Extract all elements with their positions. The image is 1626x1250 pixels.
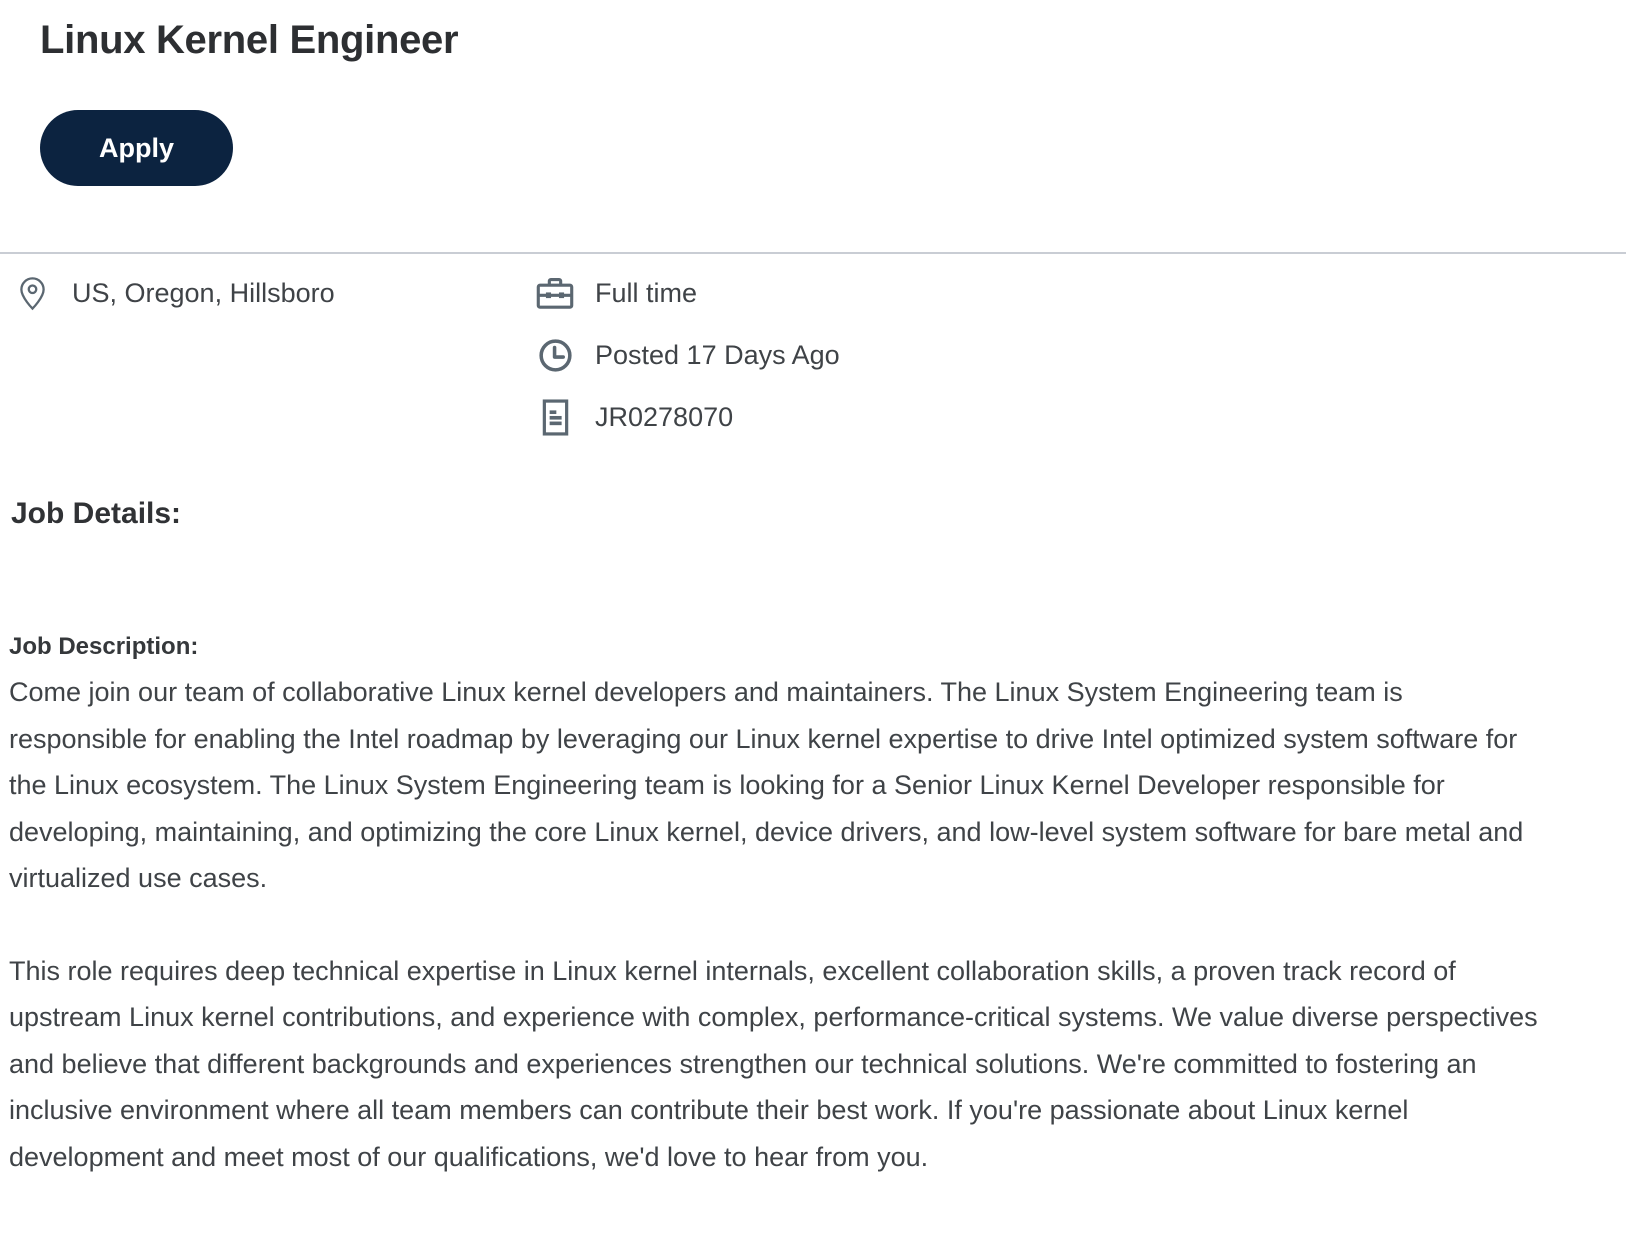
job-meta-column-left: US, Oregon, Hillsboro xyxy=(0,262,517,448)
job-meta-section: US, Oregon, Hillsboro Full time xyxy=(0,262,1626,448)
section-divider xyxy=(0,252,1626,254)
apply-button-label: Apply xyxy=(99,133,174,164)
job-description-paragraph-1: Come join our team of collaborative Linu… xyxy=(9,669,1546,902)
clock-icon xyxy=(535,337,575,374)
job-meta-column-right: Full time Posted 17 Days Ago JR0278070 xyxy=(517,262,1626,448)
job-description-paragraph-2: This role requires deep technical expert… xyxy=(9,948,1546,1181)
job-description-label: Job Description: xyxy=(9,633,1626,661)
job-location-text: US, Oregon, Hillsboro xyxy=(72,278,335,309)
posted-date-item: Posted 17 Days Ago xyxy=(535,324,1626,386)
page-title: Linux Kernel Engineer xyxy=(40,18,1626,62)
briefcase-icon xyxy=(535,276,575,310)
location-pin-icon xyxy=(12,276,52,311)
apply-button[interactable]: Apply xyxy=(40,110,233,186)
job-header: Linux Kernel Engineer Apply xyxy=(0,0,1626,186)
job-location-item: US, Oregon, Hillsboro xyxy=(12,262,517,324)
job-details-heading: Job Details: xyxy=(11,496,1626,531)
requisition-id-text: JR0278070 xyxy=(595,402,733,433)
document-icon xyxy=(535,398,575,437)
requisition-id-item: JR0278070 xyxy=(535,386,1626,448)
job-details-section: Job Details: Job Description: Come join … xyxy=(0,496,1626,1180)
posted-date-text: Posted 17 Days Ago xyxy=(595,340,840,371)
employment-type-item: Full time xyxy=(535,262,1626,324)
employment-type-text: Full time xyxy=(595,278,697,309)
